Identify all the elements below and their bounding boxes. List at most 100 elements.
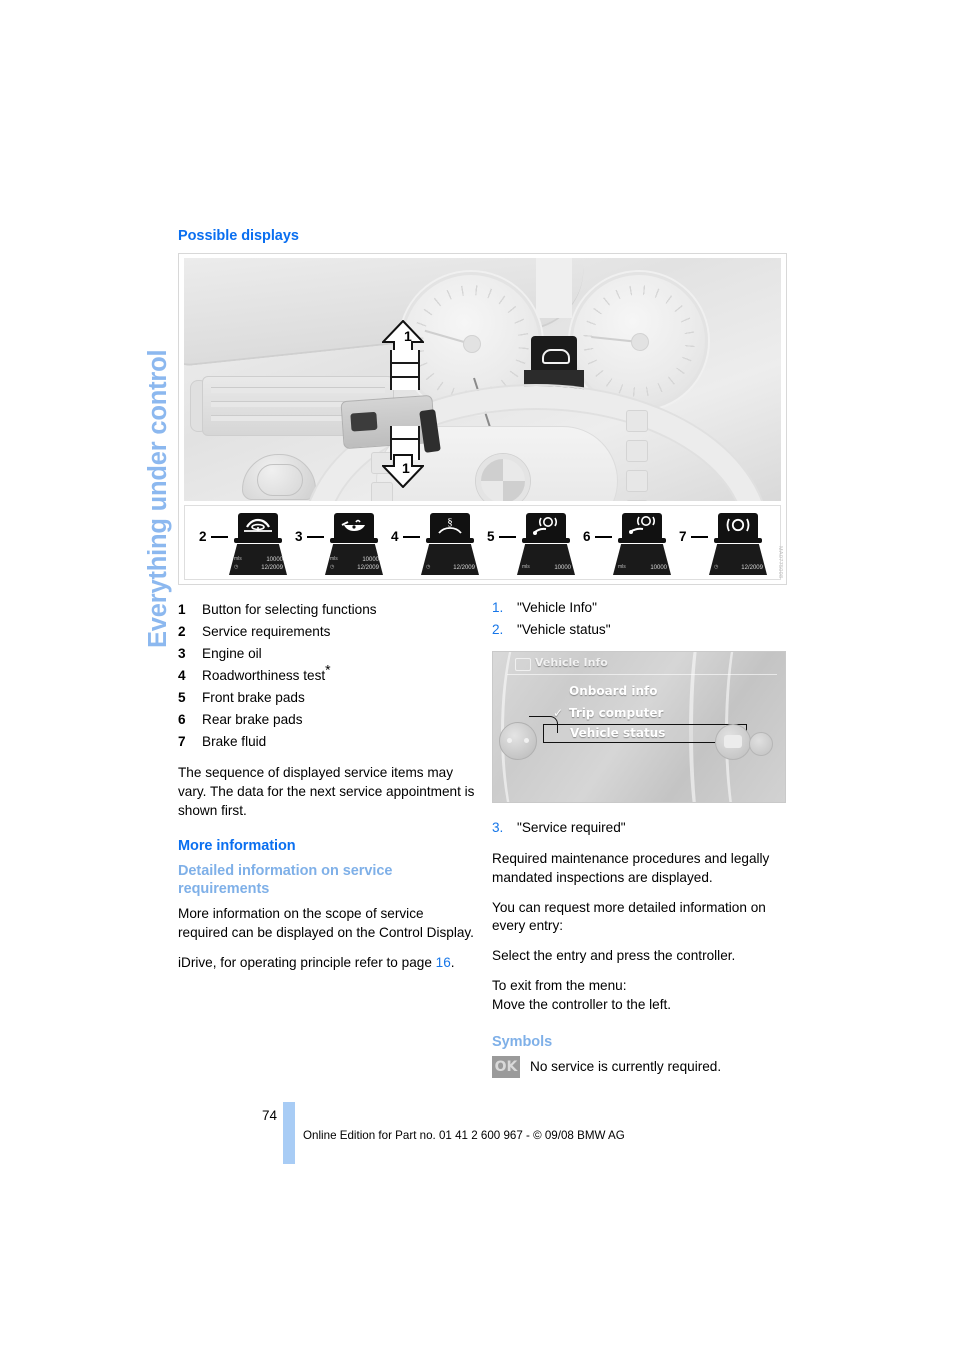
service-icon-3-body: mls 10000 ◷ 12/2009 xyxy=(325,544,383,575)
service-icon-2-number: 2 xyxy=(199,529,207,544)
idrive-side-knob[interactable] xyxy=(715,724,751,761)
more-information-heading: More information xyxy=(178,838,296,855)
idrive-reference-suffix: . xyxy=(450,954,455,970)
step-key: 1. xyxy=(492,600,504,615)
service-icon-4: 4 § ◷ 12/2009 xyxy=(391,513,479,575)
arrow-up-icon xyxy=(382,320,424,354)
service-icon-5-distance: 10000 xyxy=(554,564,571,571)
service-icon-3-unit: mls xyxy=(330,555,338,562)
idrive-reference-prefix: iDrive, for operating principle refer to… xyxy=(178,954,436,970)
service-icon-2-date: 12/2009 xyxy=(261,564,283,571)
arrow-shaft-upper xyxy=(390,350,420,390)
callout-arrows-group: 1 1 xyxy=(382,320,424,488)
right-paragraph-3: Select the entry and press the controlle… xyxy=(492,948,736,964)
svg-text:§: § xyxy=(447,516,453,528)
service-icon-7-number: 7 xyxy=(679,529,687,544)
step-item-3: 3. "Service required" xyxy=(492,817,786,839)
ok-status-description: No service is currently required. xyxy=(530,1058,722,1074)
service-icon-3-distance: 10000 xyxy=(362,556,379,563)
service-icon-6-distance: 10000 xyxy=(650,564,667,571)
idrive-title: Vehicle Info xyxy=(535,656,608,670)
legend-key: 4 xyxy=(178,668,186,684)
footer-accent-bar xyxy=(283,1102,295,1164)
cluster-mini-display xyxy=(531,336,577,374)
dashboard-figure: 1 1 2 mls 10000 ◷ 12/2009 3 mls 10000 ◷ … xyxy=(178,253,787,585)
step-label: "Vehicle status" xyxy=(517,622,611,638)
figure-code: MA0775008 xyxy=(777,545,783,578)
service-icon-7: 7 ◷ 12/2009 xyxy=(679,513,767,575)
symbols-heading: Symbols xyxy=(492,1034,553,1051)
page-title: Possible displays xyxy=(178,228,299,244)
legend-label: Service requirements xyxy=(202,624,331,640)
sequence-note: The sequence of displayed service items … xyxy=(178,765,475,818)
page-number: 74 xyxy=(262,1108,278,1123)
service-icon-5-body: mls 10000 xyxy=(517,544,575,575)
legend-label: Engine oil xyxy=(202,646,262,662)
clock-icon: ◷ xyxy=(714,563,719,570)
legend-key: 7 xyxy=(178,734,186,750)
legend-key: 3 xyxy=(178,646,186,662)
idrive-header-divider xyxy=(507,674,777,676)
step-label: "Service required" xyxy=(517,820,626,836)
service-icon-7-date: 12/2009 xyxy=(741,564,763,571)
idrive-menu-item-onboard-info[interactable]: Onboard info xyxy=(553,680,763,702)
exit-menu-line-2: Move the controller to the left. xyxy=(492,996,672,1012)
service-icon-2-distance: 10000 xyxy=(266,556,283,563)
idrive-screenshot: Vehicle Info Onboard info ✓ Trip compute… xyxy=(492,651,786,804)
figure-legend: 1 Button for selecting functions 2 Servi… xyxy=(178,599,475,753)
detailed-info-heading: Detailed information on service requirem… xyxy=(178,863,393,897)
idrive-menu-item-trip-computer[interactable]: ✓ Trip computer xyxy=(553,702,763,724)
clock-icon: ◷ xyxy=(426,563,431,570)
legend-item: 7 Brake fluid xyxy=(178,731,475,753)
callout-label-down: 1 xyxy=(402,460,410,476)
legend-item: 4 Roadworthiness test* xyxy=(178,663,475,687)
steering-wheel-buttons-right xyxy=(622,406,668,501)
legend-label-text: Roadworthiness test xyxy=(202,668,326,684)
clock-icon: ◷ xyxy=(234,563,239,570)
service-icon-5-number: 5 xyxy=(487,529,495,544)
right-column: 1. "Vehicle Info" 2. "Vehicle status" Ve… xyxy=(492,597,786,1078)
service-icon-2: 2 mls 10000 ◷ 12/2009 xyxy=(199,513,287,575)
service-icon-3-date: 12/2009 xyxy=(357,564,379,571)
service-icon-2-unit: mls xyxy=(234,555,242,562)
service-icon-6: 6 mls 10000 xyxy=(583,513,671,575)
service-icon-4-body: ◷ 12/2009 xyxy=(421,544,479,575)
service-icon-4-date: 12/2009 xyxy=(453,564,475,571)
rear-brake-pads-icon xyxy=(622,513,662,538)
service-icon-7-body: ◷ 12/2009 xyxy=(709,544,767,575)
dashboard-photo: 1 1 xyxy=(184,258,781,501)
exit-menu-instruction: To exit from the menu: Move the controll… xyxy=(492,977,786,1015)
right-paragraph-1: Required maintenance procedures and lega… xyxy=(492,851,770,885)
idrive-header: Vehicle Info xyxy=(511,656,779,674)
left-column: Possible displays 1 1 2 mls 10000 ◷ 12/2… xyxy=(178,228,787,972)
bmw-logo-icon xyxy=(476,454,530,501)
step-key: 3. xyxy=(492,820,504,836)
page-link-16[interactable]: 16 xyxy=(436,955,451,970)
service-icon-4-number: 4 xyxy=(391,529,399,544)
service-icon-5-unit: mls xyxy=(522,563,530,570)
service-icon-5: 5 mls 10000 xyxy=(487,513,575,575)
legend-key: 6 xyxy=(178,712,186,728)
legend-label: Roadworthiness test* xyxy=(202,663,475,687)
service-icon-6-unit: mls xyxy=(618,563,626,570)
ok-status-badge: OK xyxy=(492,1055,520,1078)
service-icon-strip: 2 mls 10000 ◷ 12/2009 3 mls 10000 ◷ 12/2… xyxy=(184,505,781,580)
service-icon-3: 3 mls 10000 ◷ 12/2009 xyxy=(295,513,383,575)
chapter-tab: Everything under control xyxy=(108,228,172,648)
legend-label: Front brake pads xyxy=(202,690,305,706)
right-paragraph-2: You can request more detailed informatio… xyxy=(492,899,766,934)
idrive-controller-knob[interactable] xyxy=(499,722,537,761)
legend-item: 2 Service requirements xyxy=(178,621,475,643)
idrive-side-knob-small[interactable] xyxy=(749,732,773,757)
service-icon-2-body: mls 10000 ◷ 12/2009 xyxy=(229,544,287,575)
legend-label: Rear brake pads xyxy=(202,712,303,728)
front-brake-pads-icon xyxy=(526,513,566,538)
vehicle-info-icon xyxy=(515,658,531,672)
idrive-menu-item-label: Trip computer xyxy=(569,706,664,721)
service-icon-6-number: 6 xyxy=(583,529,591,544)
idrive-menu-item-label: Onboard info xyxy=(569,684,658,699)
legend-item: 6 Rear brake pads xyxy=(178,709,475,731)
service-requirements-icon xyxy=(238,513,278,538)
idrive-menu-item-label: Vehicle status xyxy=(570,726,666,741)
engine-oil-icon xyxy=(334,513,374,538)
